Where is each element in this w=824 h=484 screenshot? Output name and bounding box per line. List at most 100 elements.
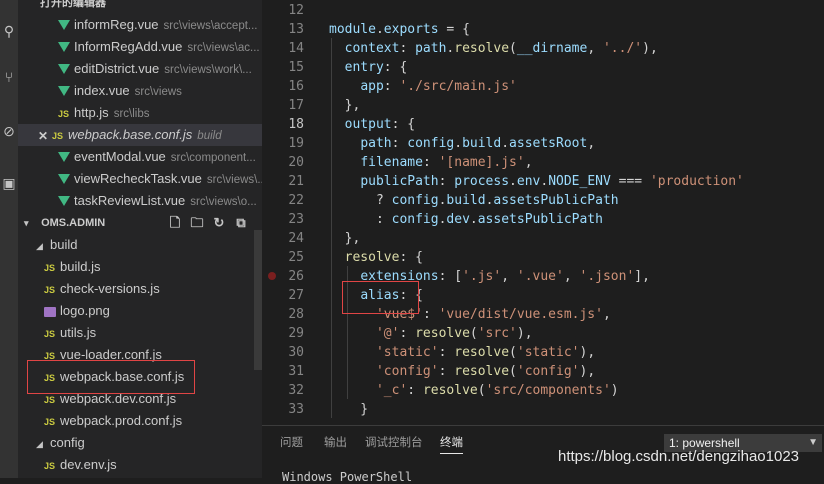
js-file-icon: JS xyxy=(44,284,56,295)
panel-tab[interactable]: 调试控制台 xyxy=(365,434,423,450)
debug-icon[interactable]: ⊘ xyxy=(0,120,18,142)
file-item[interactable]: JS check-versions.js xyxy=(18,278,262,300)
open-editor-name: viewRecheckTask.vue xyxy=(74,171,202,186)
code-text: }, xyxy=(329,98,361,113)
new-file-icon[interactable]: 🗋 xyxy=(164,212,186,234)
folder-build[interactable]: ◢ build xyxy=(18,234,262,256)
folder-config[interactable]: ◢ config xyxy=(18,432,262,454)
open-editor-name: http.js xyxy=(74,105,109,120)
open-editor-name: InformRegAdd.vue xyxy=(74,39,183,54)
js-file-icon: JS xyxy=(44,328,56,339)
code-line: 13 module.exports = { xyxy=(262,20,824,39)
new-folder-icon[interactable]: 🗀 xyxy=(186,212,208,234)
code-text: context: path.resolve(__dirname, '../'), xyxy=(344,41,658,56)
extensions-icon[interactable]: ▣ xyxy=(0,172,18,194)
open-editor-path: src\libs xyxy=(113,108,150,120)
explorer-title: OMS.ADMIN xyxy=(41,217,106,229)
open-editor-path: build xyxy=(197,130,222,142)
line-number: 29 xyxy=(288,326,304,341)
highlight-box-file xyxy=(27,360,195,394)
sidebar: 打开的编辑器 informReg.vue src\views\accept... I… xyxy=(18,0,262,478)
file-item[interactable]: logo.png xyxy=(18,300,262,322)
activity-bar: ⚲ ⑂ ⊘ ▣ xyxy=(0,0,18,478)
search-icon[interactable]: ⚲ xyxy=(0,20,18,42)
code-text: ? config.build.assetsPublicPath xyxy=(329,193,619,208)
file-item[interactable]: JS utils.js xyxy=(18,322,262,344)
js-file-icon: JS xyxy=(44,262,56,273)
open-editor-item[interactable]: ✕ JS webpack.base.conf.js build xyxy=(18,124,262,146)
open-editor-item[interactable]: editDistrict.vue src\views\work\... xyxy=(18,58,262,80)
code-line: 12 xyxy=(262,1,824,20)
open-editor-item[interactable]: viewRecheckTask.vue src\views\... xyxy=(18,168,262,190)
file-item[interactable]: JS build.js xyxy=(18,256,262,278)
vue-file-icon xyxy=(58,19,70,30)
open-editor-name: editDistrict.vue xyxy=(74,61,160,76)
js-file-icon: JS xyxy=(44,416,56,427)
open-editor-path: src\component... xyxy=(170,152,256,164)
js-file-icon: JS xyxy=(52,130,64,141)
file-name: dev.env.js xyxy=(60,457,117,472)
code-text: entry: { xyxy=(344,60,408,75)
folder-name: build xyxy=(50,237,78,252)
line-number: 32 xyxy=(288,383,304,398)
line-number: 15 xyxy=(288,60,304,75)
open-editor-path: src\views\accept... xyxy=(163,20,258,32)
code-text: : config.dev.assetsPublicPath xyxy=(329,212,603,227)
breakpoint-icon[interactable] xyxy=(268,272,276,280)
open-editor-path: src\views xyxy=(134,86,182,98)
code-line: 25 resolve: { xyxy=(262,248,824,267)
file-item[interactable]: JS webpack.prod.conf.js xyxy=(18,410,262,432)
source-control-icon[interactable]: ⑂ xyxy=(0,66,18,88)
file-name: build.js xyxy=(60,259,101,274)
line-number: 14 xyxy=(288,41,304,56)
code-text: 'config': resolve('config'), xyxy=(375,364,596,379)
code-line: 15 entry: { xyxy=(262,58,824,77)
code-text: path: config.build.assetsRoot, xyxy=(360,136,596,151)
line-number: 24 xyxy=(288,231,304,246)
code-line: 32 '_c': resolve('src/components') xyxy=(262,381,824,400)
line-number: 12 xyxy=(288,3,304,18)
file-name: utils.js xyxy=(60,325,97,340)
refresh-icon[interactable]: ↻ xyxy=(208,212,230,234)
code-text: resolve: { xyxy=(344,250,423,265)
code-text: publicPath: process.env.NODE_ENV === 'pr… xyxy=(360,174,744,189)
code-line: 19 path: config.build.assetsRoot, xyxy=(262,134,824,153)
code-text: app: './src/main.js' xyxy=(360,79,517,94)
code-line: 33 } xyxy=(262,400,824,419)
highlight-box-alias xyxy=(342,281,419,314)
file-item[interactable]: JS dev.env.js xyxy=(18,454,262,476)
code-editor[interactable]: 12 13 module.exports = { 14 context: path.r… xyxy=(262,0,824,425)
explorer-header[interactable]: ▾ OMS.ADMIN 🗋 🗀 ↻ ⧉ xyxy=(18,212,262,234)
panel-tab[interactable]: 输出 xyxy=(324,434,347,450)
line-number: 13 xyxy=(288,22,304,37)
collapse-icon[interactable]: ⧉ xyxy=(230,212,252,234)
sidebar-scrollbar[interactable] xyxy=(254,230,262,370)
open-editor-item[interactable]: taskReviewList.vue src\views\o... xyxy=(18,190,262,212)
code-line: 23 : config.dev.assetsPublicPath xyxy=(262,210,824,229)
panel-tab[interactable]: 问题 xyxy=(280,434,303,450)
code-line: 22 ? config.build.assetsPublicPath xyxy=(262,191,824,210)
line-number: 31 xyxy=(288,364,304,379)
open-editor-name: taskReviewList.vue xyxy=(74,193,186,208)
bottom-panel: 问题 输出 调试控制台 终端 1: powershell ▼ https://blog… xyxy=(262,425,824,484)
line-number: 25 xyxy=(288,250,304,265)
open-editor-item[interactable]: InformRegAdd.vue src\views\ac... xyxy=(18,36,262,58)
code-line: 24 }, xyxy=(262,229,824,248)
open-editor-item[interactable]: index.vue src\views xyxy=(18,80,262,102)
chevron-down-icon: ▼ xyxy=(808,437,818,448)
open-editor-item[interactable]: JS http.js src\libs xyxy=(18,102,262,124)
close-icon[interactable]: ✕ xyxy=(38,125,52,146)
chevron-down-icon: ◢ xyxy=(36,438,43,449)
panel-tab[interactable]: 终端 xyxy=(440,434,463,454)
open-editor-item[interactable]: informReg.vue src\views\accept... xyxy=(18,14,262,36)
code-line: 20 filename: '[name].js', xyxy=(262,153,824,172)
code-line: 31 'config': resolve('config'), xyxy=(262,362,824,381)
code-text: 'static': resolve('static'), xyxy=(375,345,596,360)
open-editor-item[interactable]: eventModal.vue src\component... xyxy=(18,146,262,168)
open-editors-header[interactable]: 打开的编辑器 xyxy=(18,0,262,14)
folder-name: config xyxy=(50,435,85,450)
line-number: 20 xyxy=(288,155,304,170)
vue-file-icon xyxy=(58,85,70,96)
code-text: module.exports = { xyxy=(329,22,470,37)
open-editor-name: index.vue xyxy=(74,83,130,98)
